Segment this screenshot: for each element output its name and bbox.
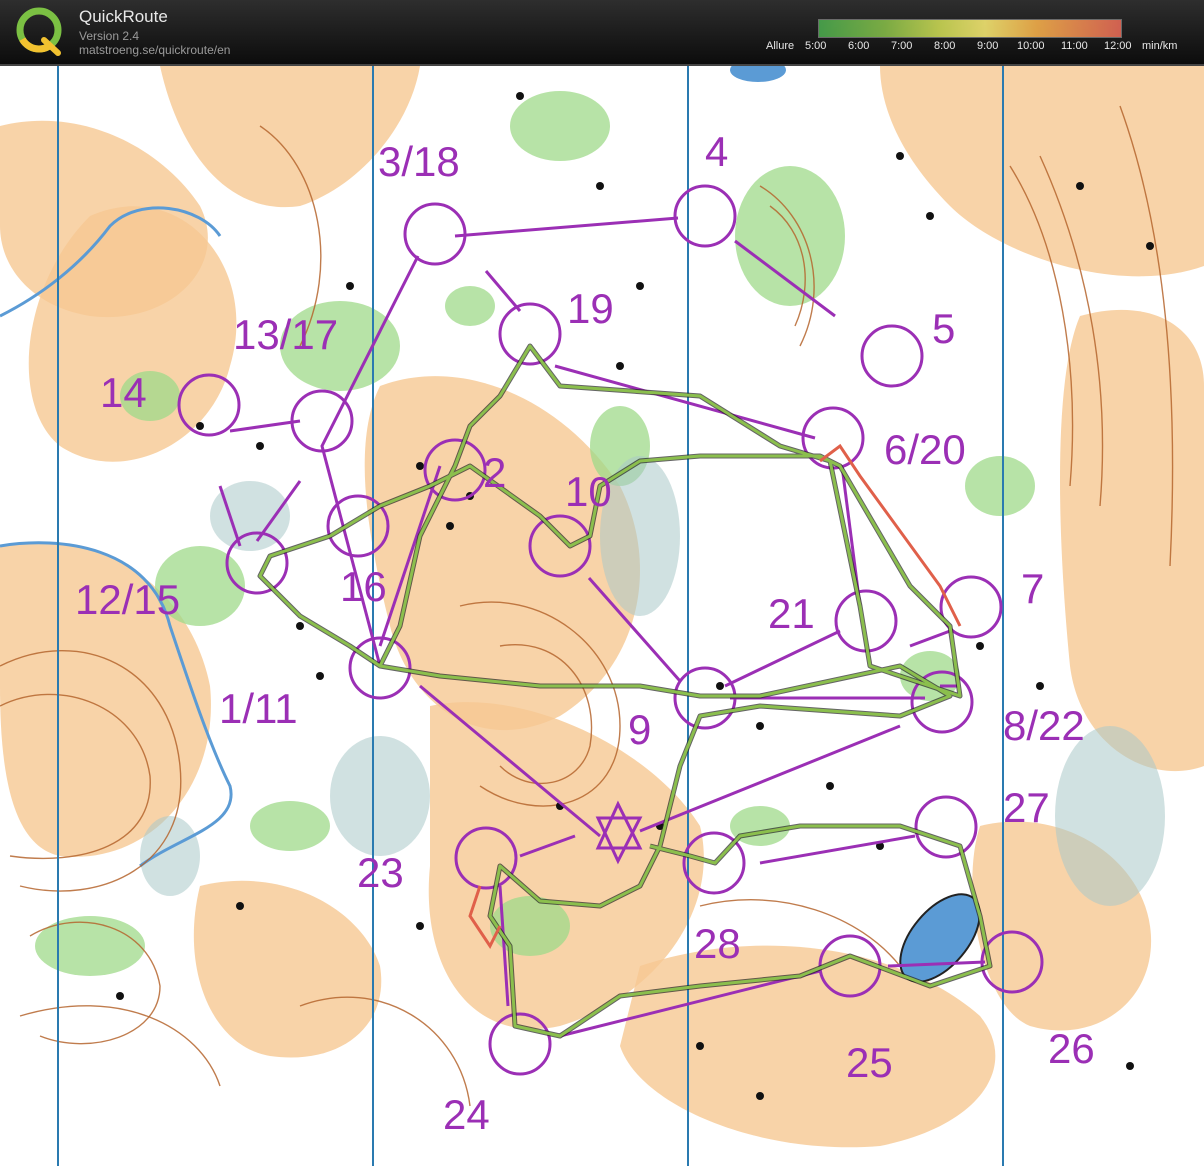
- legend-unit: min/km: [1142, 40, 1178, 52]
- boulder-dot: [596, 182, 604, 190]
- boulder-dot: [196, 422, 204, 430]
- legend-tick: 6:00: [848, 40, 870, 52]
- control-label-10: 10: [565, 468, 612, 515]
- control-label-2: 2: [483, 449, 507, 496]
- boulder-dot: [316, 672, 324, 680]
- pond: [730, 66, 786, 82]
- control-circle-13-17: [290, 389, 354, 453]
- legend-tick: 7:00: [891, 40, 913, 52]
- forest-patch: [35, 916, 145, 976]
- gps-route-slow-segment: [819, 443, 962, 627]
- legend-tick: 11:00: [1061, 40, 1088, 52]
- course-leg: [229, 419, 301, 433]
- control-label-16: 16: [340, 563, 387, 610]
- app-url[interactable]: matstroeng.se/quickroute/en: [79, 43, 230, 57]
- marsh-area: [140, 816, 200, 896]
- boulder-dot: [116, 992, 124, 1000]
- boulder-dot: [636, 282, 644, 290]
- boulder-dot: [756, 722, 764, 730]
- control-label-24: 24: [443, 1091, 490, 1138]
- app-title: QuickRoute: [79, 7, 168, 26]
- boulder-dot: [826, 782, 834, 790]
- control-label-13-17: 13/17: [233, 311, 339, 358]
- course-leg: [759, 834, 916, 865]
- boulder-dot: [416, 462, 424, 470]
- legend-tick: 8:00: [934, 40, 956, 52]
- control-label-6-20: 6/20: [884, 426, 966, 473]
- legend-label: Allure: [766, 40, 795, 52]
- map-canvas[interactable]: [0, 66, 1204, 1166]
- control-label-9: 9: [628, 706, 652, 753]
- legend-tick: 10:00: [1017, 40, 1045, 52]
- boulder-dot: [756, 1092, 764, 1100]
- control-label-27: 27: [1003, 784, 1050, 831]
- control-circle-4: [673, 184, 737, 248]
- control-circle-27: [914, 795, 978, 859]
- control-label-19: 19: [567, 285, 614, 332]
- boulder-dot: [976, 642, 984, 650]
- boulder-dot: [516, 92, 524, 100]
- contour-line: [19, 1005, 221, 1087]
- control-label-14: 14: [100, 369, 147, 416]
- boulder-dot: [1036, 682, 1044, 690]
- control-label-26: 26: [1048, 1025, 1095, 1072]
- course-leg: [724, 629, 841, 688]
- control-label-5: 5: [932, 305, 956, 352]
- course-leg: [909, 629, 951, 648]
- app-version: Version 2.4: [79, 29, 140, 43]
- boulder-dot: [1076, 182, 1084, 190]
- boulder-dot: [446, 522, 454, 530]
- boulder-dot: [1126, 1062, 1134, 1070]
- boulder-dot: [896, 152, 904, 160]
- legend-tick: 12:00: [1104, 40, 1132, 52]
- boulder-dot: [256, 442, 264, 450]
- pace-legend-bar: [818, 19, 1122, 38]
- quickroute-logo-icon: [16, 7, 62, 56]
- control-label-3-18: 3/18: [378, 138, 460, 185]
- boulder-dot: [716, 682, 724, 690]
- control-label-7: 7: [1021, 565, 1045, 612]
- control-label-25: 25: [846, 1039, 893, 1086]
- control-label-21: 21: [768, 590, 815, 637]
- course-leg: [454, 216, 679, 238]
- open-land-area: [193, 880, 382, 1058]
- control-label-23: 23: [357, 849, 404, 896]
- forest-patch: [445, 286, 495, 326]
- orienteering-map[interactable]: 3/18 4 19 5 13/17 14 6/20 2 10 12/15 16 21 7 1/11 9 8/2…: [0, 66, 1204, 1166]
- boulder-dot: [346, 282, 354, 290]
- marsh-area: [330, 736, 430, 856]
- boulder-dot: [1146, 242, 1154, 250]
- boulder-dot: [616, 362, 624, 370]
- app-header: QuickRoute Version 2.4 matstroeng.se/qui…: [0, 0, 1204, 66]
- forest-patch: [510, 91, 610, 161]
- control-label-1-11: 1/11: [219, 685, 298, 732]
- control-label-4: 4: [705, 128, 729, 175]
- marsh-area: [1055, 726, 1165, 906]
- legend-tick: 9:00: [977, 40, 999, 52]
- forest-patch: [250, 801, 330, 851]
- control-label-28: 28: [694, 920, 741, 967]
- open-land-area: [160, 66, 420, 208]
- forest-patch: [965, 456, 1035, 516]
- terrain-layer: [0, 66, 1204, 1166]
- control-label-12-15: 12/15: [75, 576, 181, 623]
- control-circle-5: [860, 324, 924, 388]
- boulder-dot: [926, 212, 934, 220]
- boulder-dot: [236, 902, 244, 910]
- forest-patch: [735, 166, 845, 306]
- boulder-dot: [296, 622, 304, 630]
- boulder-dot: [416, 922, 424, 930]
- control-label-8-22: 8/22: [1003, 702, 1085, 749]
- boulder-dot: [696, 1042, 704, 1050]
- legend-tick: 5:00: [805, 40, 827, 52]
- control-circle-3-18: [403, 202, 467, 266]
- control-circle-19: [498, 302, 562, 366]
